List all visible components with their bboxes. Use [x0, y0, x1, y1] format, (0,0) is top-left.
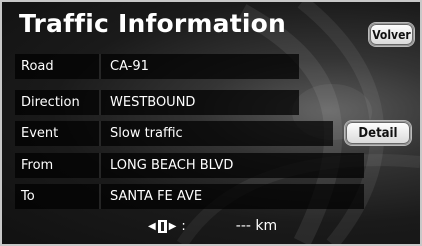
row-label: To — [21, 189, 35, 204]
row-label: Direction — [21, 95, 80, 110]
info-row-event: Event Slow traffic — [15, 121, 333, 146]
position-marker-icon — [157, 219, 167, 233]
traffic-info-screen: Traffic Information Volver Road CA-91 Di… — [0, 0, 422, 246]
info-row-direction: Direction WESTBOUND — [15, 90, 299, 115]
row-value: WESTBOUND — [99, 90, 299, 115]
distance-indicator: ◀ ▶ : --- km — [148, 218, 277, 234]
right-arrow-icon: ▶ — [168, 220, 177, 232]
row-label: Road — [21, 59, 54, 74]
row-label: From — [21, 158, 54, 173]
info-row-road: Road CA-91 — [15, 54, 299, 79]
page-title: Traffic Information — [19, 9, 287, 38]
row-value: SANTA FE AVE — [99, 184, 364, 209]
detail-button[interactable]: Detail — [345, 121, 411, 145]
left-arrow-icon: ◀ — [148, 220, 156, 232]
distance-value: --- km — [235, 218, 278, 234]
row-value: LONG BEACH BLVD — [99, 153, 364, 178]
separator: : — [181, 218, 186, 234]
info-row-from: From LONG BEACH BLVD — [15, 153, 364, 178]
back-button[interactable]: Volver — [369, 23, 414, 46]
row-value: Slow traffic — [99, 121, 333, 146]
row-value: CA-91 — [99, 54, 299, 79]
row-label: Event — [21, 126, 59, 141]
info-row-to: To SANTA FE AVE — [15, 184, 364, 209]
